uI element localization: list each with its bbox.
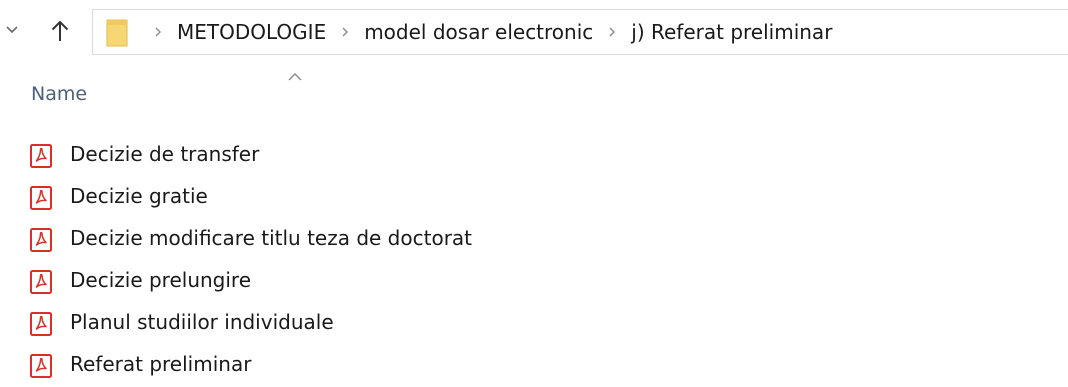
file-name[interactable]: Decizie gratie xyxy=(70,184,208,208)
breadcrumb-item-model-dosar-electronic[interactable]: model dosar electronic xyxy=(360,20,597,44)
sort-ascending-icon xyxy=(286,68,304,81)
column-header-name[interactable]: Name xyxy=(31,83,87,105)
breadcrumb-item-current-folder[interactable]: j) Referat preliminar xyxy=(627,20,836,44)
file-row[interactable]: Decizie prelungire xyxy=(0,261,1068,303)
pdf-icon xyxy=(30,312,52,336)
file-name[interactable]: Referat preliminar xyxy=(70,352,251,376)
address-bar[interactable]: METODOLOGIE model dosar electronic j) Re… xyxy=(92,9,1068,55)
breadcrumb-item-metodologie[interactable]: METODOLOGIE xyxy=(173,20,330,44)
file-row[interactable]: Referat preliminar xyxy=(0,345,1068,387)
folder-icon xyxy=(106,19,128,47)
pdf-icon xyxy=(30,144,52,168)
file-name[interactable]: Planul studiilor individuale xyxy=(70,310,334,334)
breadcrumb-separator-icon[interactable] xyxy=(597,27,627,37)
breadcrumb-separator-icon[interactable] xyxy=(330,27,360,37)
file-name[interactable]: Decizie modificare titlu teza de doctora… xyxy=(70,226,472,250)
file-row[interactable]: Decizie gratie xyxy=(0,177,1068,219)
recent-locations-chevron-icon[interactable] xyxy=(4,20,20,40)
address-bar-region: METODOLOGIE model dosar electronic j) Re… xyxy=(0,0,1068,62)
file-list: Decizie de transfer Decizie gratie Deciz… xyxy=(0,135,1068,387)
pdf-icon xyxy=(30,228,52,252)
breadcrumb: METODOLOGIE model dosar electronic j) Re… xyxy=(143,10,836,54)
pdf-icon xyxy=(30,186,52,210)
file-name[interactable]: Decizie de transfer xyxy=(70,142,259,166)
file-row[interactable]: Decizie de transfer xyxy=(0,135,1068,177)
up-arrow-icon[interactable] xyxy=(48,18,72,44)
file-row[interactable]: Decizie modificare titlu teza de doctora… xyxy=(0,219,1068,261)
file-row[interactable]: Planul studiilor individuale xyxy=(0,303,1068,345)
pdf-icon xyxy=(30,354,52,378)
file-name[interactable]: Decizie prelungire xyxy=(70,268,251,292)
pdf-icon xyxy=(30,270,52,294)
breadcrumb-separator-icon[interactable] xyxy=(143,27,173,37)
